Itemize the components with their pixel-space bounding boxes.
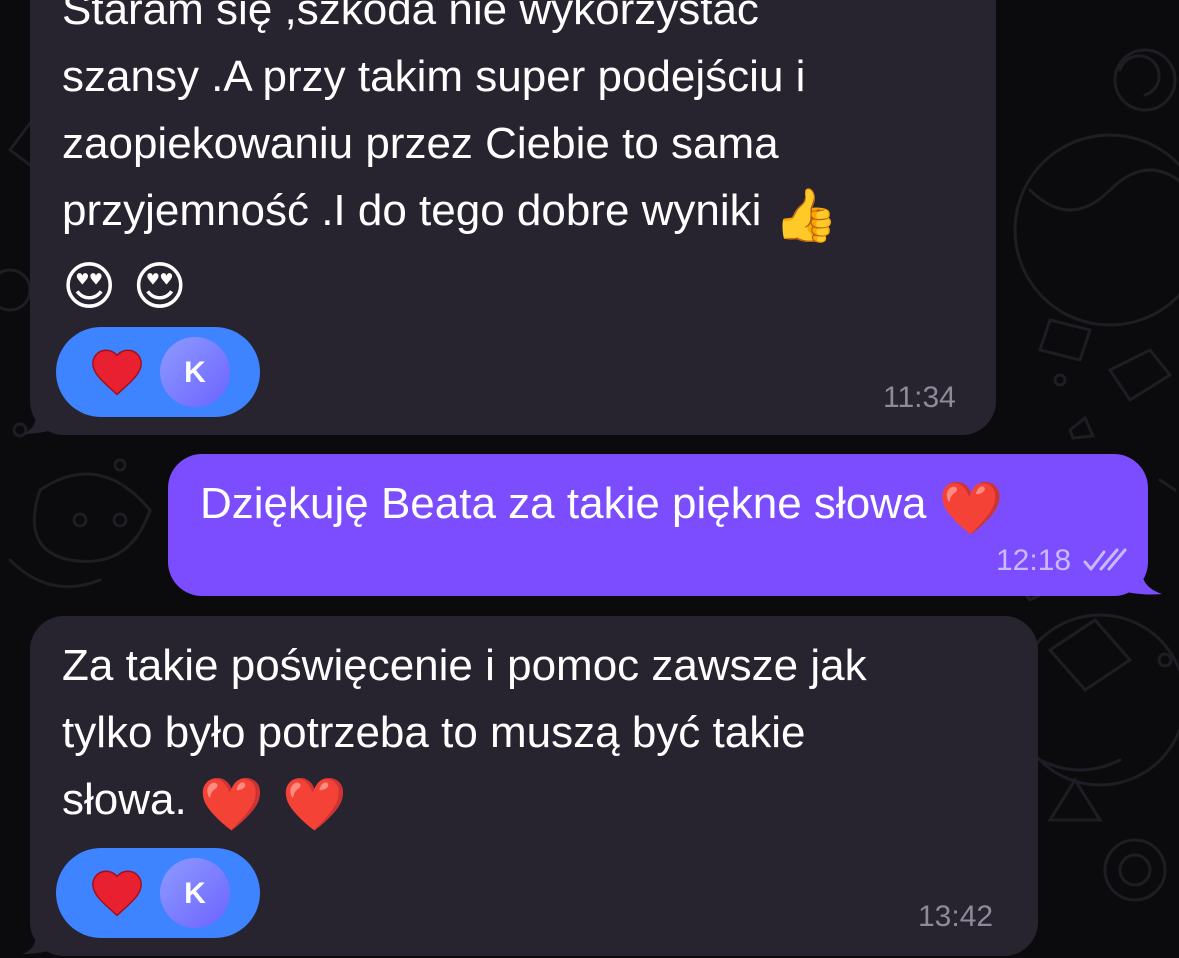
red-heart-emoji: ❤️	[281, 775, 347, 835]
incoming-message-2[interactable]: Za takie poświęcenie i pomoc zawsze jak …	[30, 616, 1038, 956]
reactor-avatar[interactable]: K	[160, 337, 230, 407]
message-line: przyjemność .I do tego dobre wyniki	[62, 186, 762, 235]
message-line: Za takie poświęcenie i pomoc zawsze jak	[62, 641, 867, 690]
message-line: słowa.	[62, 775, 187, 824]
reaction-pill[interactable]: K	[56, 848, 260, 938]
message-line-with-emoji: słowa. ❤️ ❤️	[62, 766, 347, 833]
message-line-with-emoji: Dziękuję Beata za takie piękne słowa ❤️	[200, 470, 1003, 537]
red-heart-icon	[92, 349, 142, 396]
message-line: szansy .A przy takim super podejściu i	[62, 52, 806, 101]
message-line: tylko było potrzeba to muszą być takie	[62, 708, 806, 757]
message-line: zaopiekowaniu przez Ciebie to sama	[62, 119, 779, 168]
outgoing-message[interactable]: Dziękuję Beata za takie piękne słowa ❤️ …	[168, 454, 1148, 596]
bubble-tail	[22, 400, 58, 434]
message-time: 13:42	[918, 900, 994, 933]
reaction-pill[interactable]: K	[56, 327, 260, 417]
heart-eyes-emoji: 😍	[62, 257, 117, 317]
red-heart-emoji: ❤️	[938, 479, 1004, 539]
incoming-message-1[interactable]: Staram się ,szkoda nie wykorzystać szans…	[30, 0, 996, 435]
message-text: Dziękuję Beata za takie piękne słowa	[200, 479, 927, 528]
message-line: Staram się ,szkoda nie wykorzystać	[62, 0, 759, 34]
bubble-tail	[1118, 560, 1162, 595]
red-heart-emoji: ❤️	[198, 775, 264, 835]
message-line-with-emoji: przyjemność .I do tego dobre wyniki 👍	[62, 177, 838, 244]
message-time: 11:34	[883, 381, 956, 414]
heart-eyes-emoji: 😍	[132, 257, 187, 317]
bubble-tail	[22, 920, 58, 954]
thumbs-up-emoji: 👍	[773, 186, 839, 246]
emoji-line: 😍 😍	[62, 248, 187, 315]
reactor-avatar[interactable]: K	[160, 858, 230, 928]
message-time: 12:18	[996, 544, 1072, 577]
red-heart-icon	[92, 870, 142, 917]
